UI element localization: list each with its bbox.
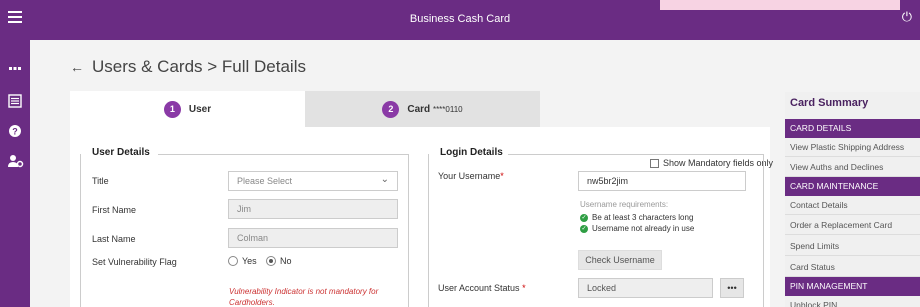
vulnerability-label: Set Vulnerability Flag: [92, 257, 177, 267]
tab-label: User: [188, 103, 212, 115]
last-name-label: Last Name: [92, 234, 136, 244]
radio-no[interactable]: [266, 256, 276, 266]
requirement-item: ✓ Be at least 3 characters long: [580, 213, 693, 222]
link-spend-limits[interactable]: Spend Limits: [785, 237, 920, 256]
section-card-details: CARD DETAILS: [785, 119, 920, 138]
first-name-label: First Name: [92, 205, 137, 215]
login-details-title: Login Details: [440, 147, 503, 158]
app-title: Business Cash Card: [409, 13, 511, 25]
svg-text:?: ?: [12, 127, 18, 137]
card-summary-title: Card Summary: [790, 97, 869, 109]
link-order-replacement-card[interactable]: Order a Replacement Card: [785, 216, 920, 235]
check-circle-icon: ✓: [580, 213, 588, 222]
chevron-down-icon: ⌄: [380, 174, 389, 185]
last-name-field[interactable]: Colman: [228, 228, 398, 248]
link-contact-details[interactable]: Contact Details: [785, 196, 920, 215]
more-options-button[interactable]: •••: [720, 278, 744, 298]
checkbox[interactable]: [650, 158, 659, 168]
warning-line-2: Cardholders.: [229, 298, 275, 307]
user-settings-icon[interactable]: [8, 154, 24, 168]
link-card-status[interactable]: Card Status: [785, 258, 920, 277]
vulnerability-yes[interactable]: Yes: [228, 256, 257, 266]
radio-no-label: No: [280, 256, 292, 266]
divider: [408, 154, 409, 307]
user-details-title: User Details: [92, 147, 150, 158]
step-number: 1: [163, 100, 181, 118]
first-name-field[interactable]: Jim: [228, 199, 398, 219]
account-status-label-text: User Account Status: [438, 283, 520, 293]
left-rail: ?: [0, 40, 30, 307]
link-view-auths-declines[interactable]: View Auths and Declines: [785, 158, 920, 177]
requirement-item: ✓ Username not already in use: [580, 224, 694, 233]
tab-user[interactable]: 1 User: [70, 91, 305, 127]
tab-label: Card: [407, 103, 431, 115]
step-number: 2: [382, 100, 400, 118]
section-card-maintenance: CARD MAINTENANCE: [785, 177, 920, 196]
help-icon[interactable]: ?: [8, 124, 22, 138]
divider: [158, 154, 408, 155]
vulnerability-warning: Vulnerability Indicator is not mandatory…: [229, 286, 378, 307]
link-view-shipping-address[interactable]: View Plastic Shipping Address: [785, 138, 920, 157]
title-label: Title: [92, 176, 109, 186]
username-field[interactable]: nw5br2jim: [578, 171, 746, 191]
card-summary-panel: Card Summary CARD DETAILS View Plastic S…: [785, 92, 920, 307]
page-title-text: Users & Cards > Full Details: [92, 57, 306, 76]
show-mandatory-toggle[interactable]: Show Mandatory fields only: [650, 158, 773, 168]
top-right-strip: [660, 0, 900, 10]
page-title: ← Users & Cards > Full Details: [70, 57, 306, 77]
list-icon[interactable]: [8, 94, 22, 108]
tab-card[interactable]: 2 Card ****0110: [305, 91, 540, 127]
title-select-value: Please Select: [237, 176, 293, 186]
requirement-text: Be at least 3 characters long: [592, 213, 694, 222]
warning-line-1: Vulnerability Indicator is not mandatory…: [229, 287, 379, 296]
check-username-button[interactable]: Check Username: [578, 250, 662, 270]
divider: [80, 154, 81, 307]
vulnerability-no[interactable]: No: [266, 256, 292, 266]
username-requirements-title: Username requirements:: [580, 200, 669, 209]
username-label: Your Username*: [438, 171, 504, 181]
title-select[interactable]: Please Select ⌄: [228, 171, 398, 191]
account-status-label: User Account Status *: [438, 283, 526, 293]
grid-icon[interactable]: [8, 62, 22, 76]
checkbox-label: Show Mandatory fields only: [663, 158, 774, 168]
account-status-field[interactable]: Locked: [578, 278, 713, 298]
power-icon[interactable]: ⏻: [902, 9, 912, 25]
section-pin-management: PIN MANAGEMENT: [785, 277, 920, 296]
divider: [763, 154, 764, 307]
radio-yes[interactable]: [228, 256, 238, 266]
radio-yes-label: Yes: [242, 256, 257, 266]
back-arrow-icon[interactable]: ←: [70, 59, 84, 75]
masked-card-number: ****0110: [432, 104, 463, 114]
username-label-text: Your Username: [438, 171, 501, 181]
requirement-text: Username not already in use: [592, 224, 695, 233]
check-circle-icon: ✓: [580, 224, 588, 233]
link-unblock-pin[interactable]: Unblock PIN: [785, 296, 920, 307]
divider: [508, 154, 763, 155]
divider: [428, 154, 429, 307]
